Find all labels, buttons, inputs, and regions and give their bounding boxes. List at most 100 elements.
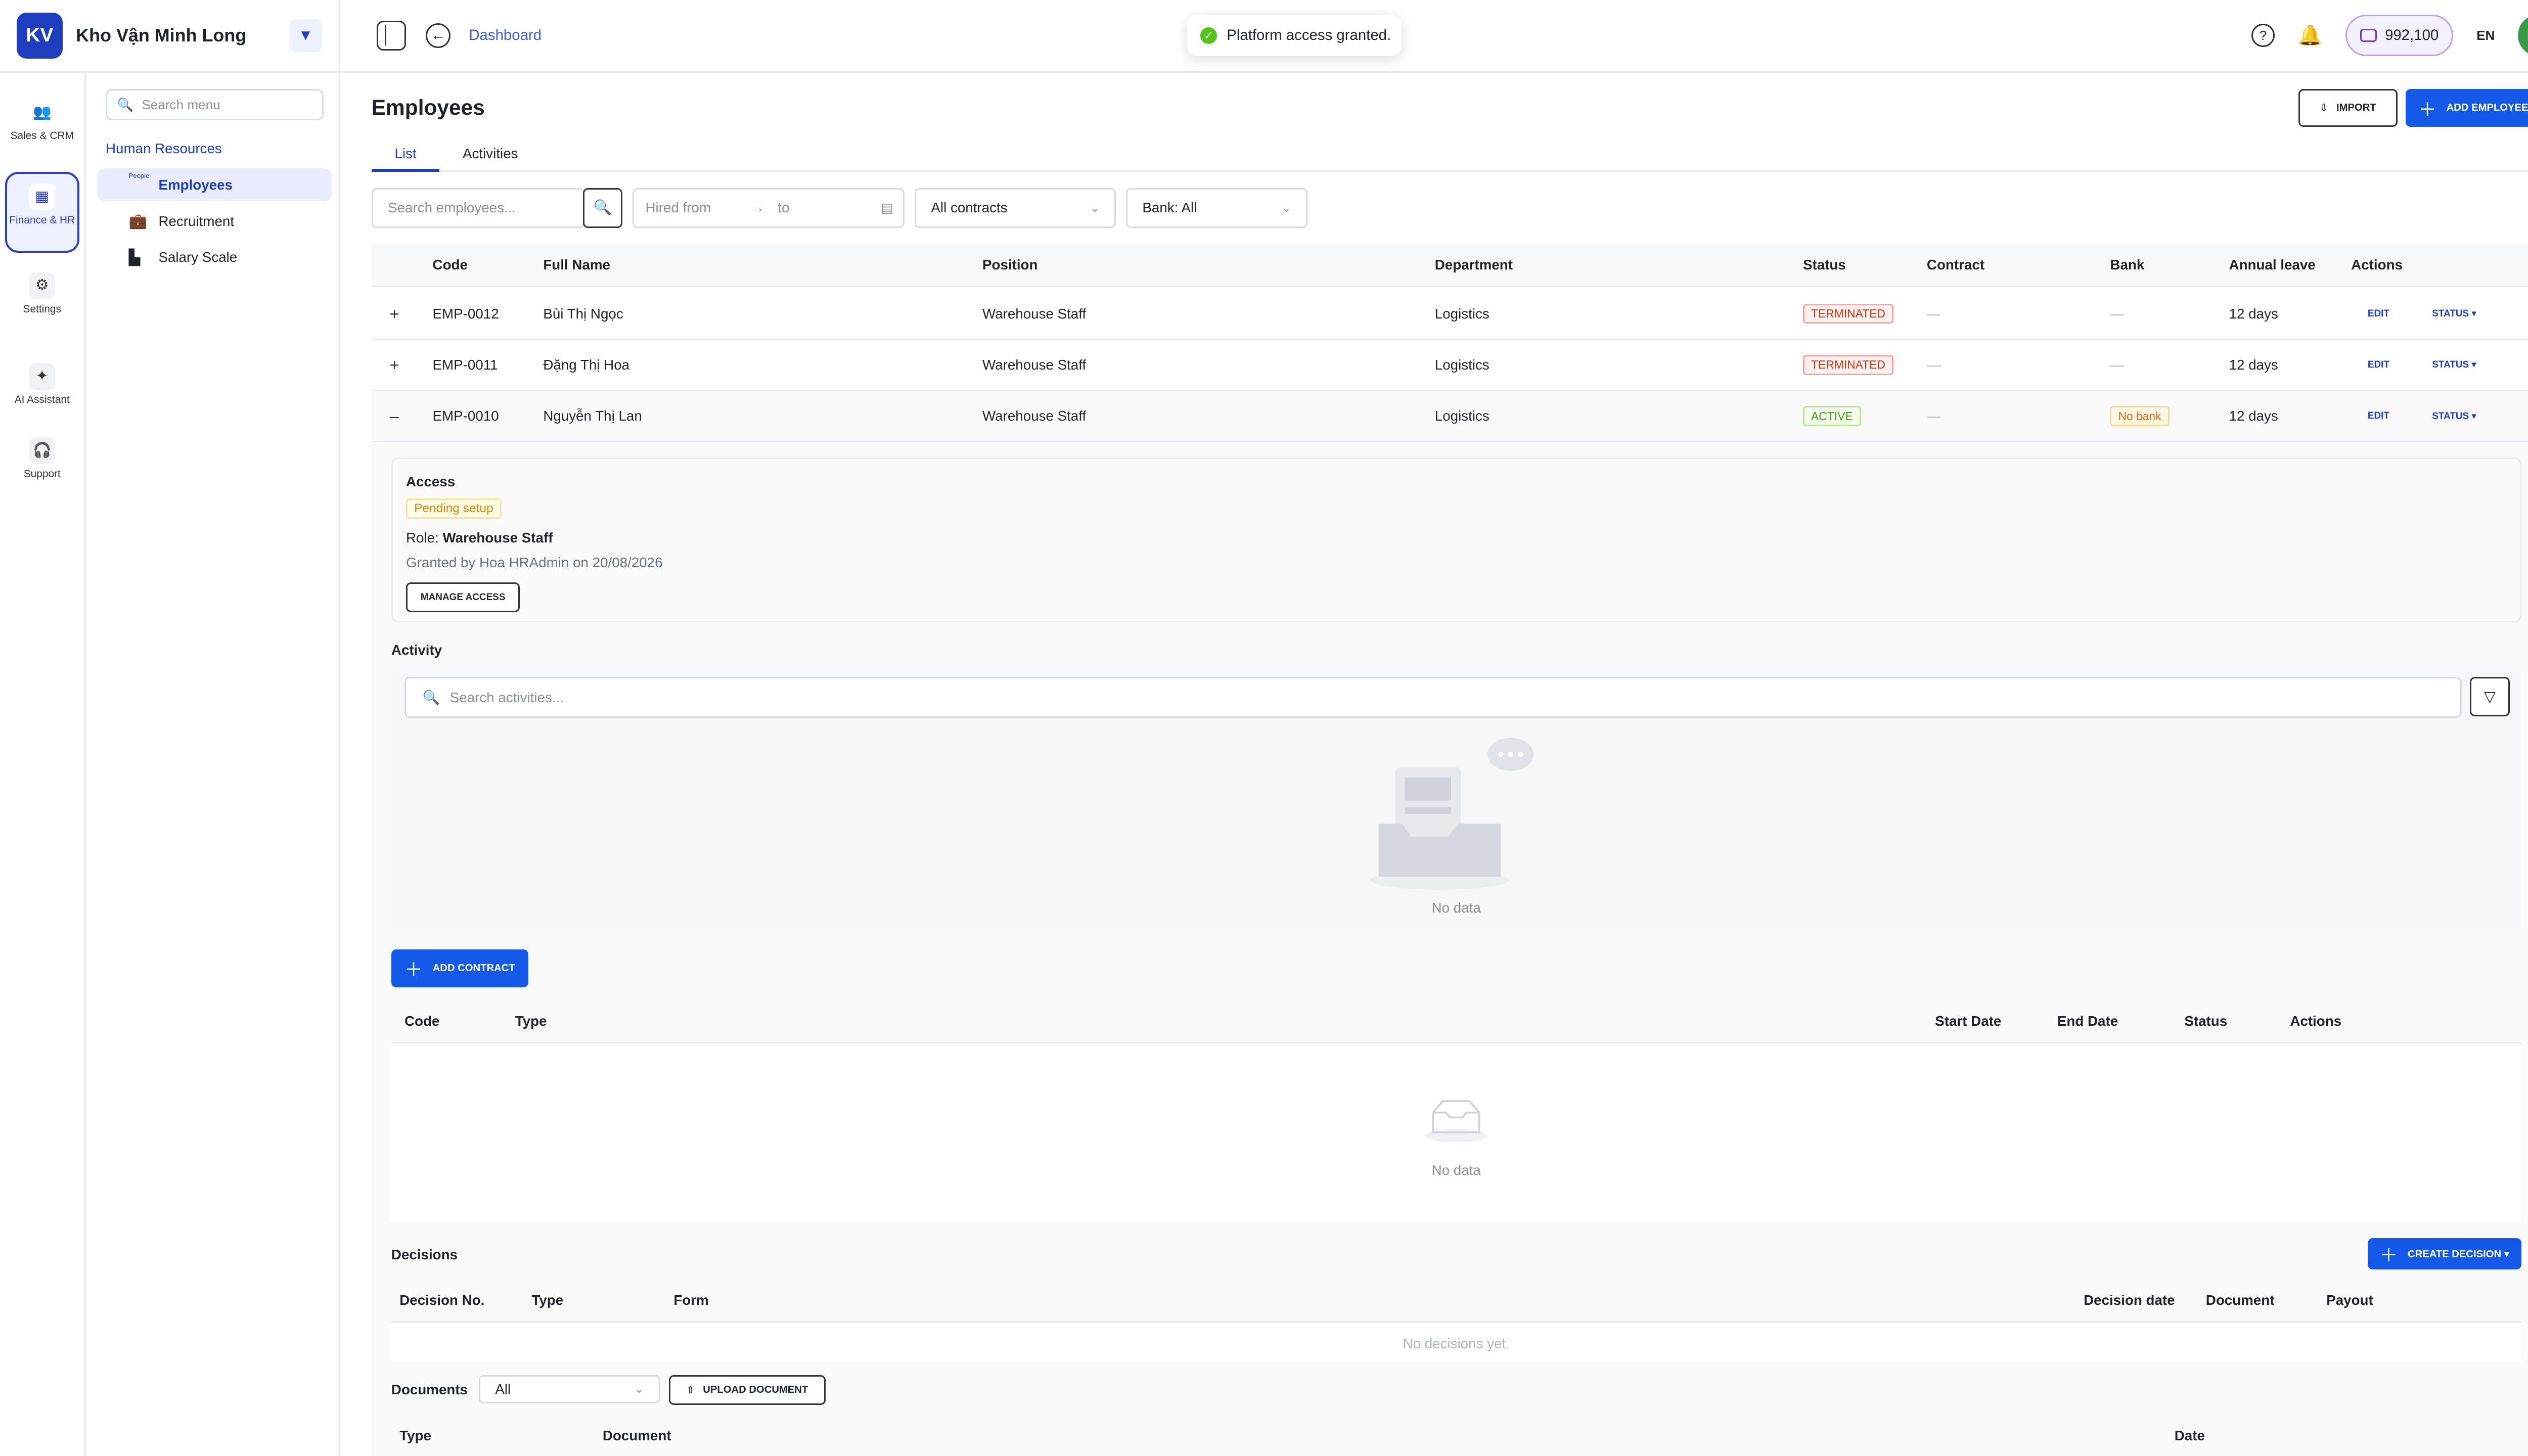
contracts-empty-text: No data [1431,1162,1481,1178]
edit-button[interactable]: EDIT [2368,289,2389,338]
column-header: Document [2205,1292,2275,1308]
employee-name: Nguyễn Thị Lan [543,408,642,424]
company-switch-button[interactable]: ▼ [289,19,323,52]
expand-row-button[interactable]: + [390,340,399,390]
tab-list[interactable]: List [371,142,440,172]
briefcase-icon: 💼 [128,212,148,230]
status-dropdown-button[interactable]: STATUS ▾ [2432,289,2476,338]
top-right-actions: ? 🔔 992,100 EN HH [2251,15,2528,56]
brand: KV Kho Vận Minh Long ▼ [0,0,340,72]
employee-detail-panel: Access Pending setup Role: Warehouse Sta… [371,444,2528,1456]
sidebar-item-recruitment[interactable]: 💼 Recruitment [98,205,332,238]
status-badge: ACTIVE [1803,406,1861,426]
column-header[interactable]: Department [1435,244,1513,286]
salary-scale-icon: ▙ [128,249,141,266]
rail-item-support[interactable]: 🎧 Support [5,437,79,480]
add-employee-button[interactable]: ＋ ADD EMPLOYEE [2405,89,2528,127]
app-root: KV Kho Vận Minh Long ▼ ← Dashboard ✓ Pla… [0,0,2528,1456]
table-row[interactable]: + EMP-0011 Đặng Thị Hoa Warehouse Staff … [371,340,2528,391]
rail-item-settings[interactable]: ⚙ Settings [5,272,79,315]
column-header[interactable]: Position [982,244,1037,286]
hired-date-range[interactable]: Hired from → to ▤ [632,188,905,228]
column-header[interactable]: Annual leave [2229,244,2316,286]
empty-inbox-icon [1425,1100,1488,1143]
decisions-empty-text: No decisions yet. [1403,1335,1510,1351]
sidebar-item-label: Salary Scale [158,249,238,265]
wallet-icon [2360,29,2377,42]
toggle-sidebar-button[interactable] [376,20,407,51]
rail-label: Sales & CRM [10,129,74,142]
employee-position: Warehouse Staff [982,408,1087,424]
column-header[interactable]: Code [433,244,468,286]
rail-label: Finance & HR [9,214,75,226]
rail-label: Support [23,468,61,480]
sidebar-item-salary-scale[interactable]: ▙ Salary Scale [98,241,332,274]
expand-row-button[interactable]: + [390,289,399,338]
sidebar-item-label: Recruitment [158,213,235,229]
activity-search-input[interactable]: 🔍 Search activities... [404,676,2462,718]
credit-balance[interactable]: 992,100 [2345,15,2454,56]
add-contract-button[interactable]: ＋ ADD CONTRACT [391,949,528,987]
upload-document-button[interactable]: ⇧ UPLOAD DOCUMENT [668,1375,826,1405]
rail-item-ai-assistant[interactable]: ✦ AI Assistant [5,363,79,406]
annual-leave-value: 12 days [2229,356,2278,373]
column-header: Start Date [1935,1013,2002,1029]
status-dropdown-button[interactable]: STATUS ▾ [2432,391,2476,441]
document-type-select[interactable]: All ⌄ [478,1375,661,1403]
column-header[interactable]: Contract [1927,244,1984,286]
hired-from-placeholder: Hired from [645,200,711,216]
column-header: Document [602,1427,671,1443]
activity-search-placeholder: Search activities... [449,689,564,705]
upload-document-label: UPLOAD DOCUMENT [703,1384,808,1396]
tab-bar: List Activities [371,142,2528,172]
calendar-icon: ▤ [881,200,893,215]
activity-filter-button[interactable]: ▽ [2470,676,2510,717]
rail-item-finance-hr[interactable]: ▦ Finance & HR [5,171,79,253]
employee-table-header: Code Full Name Position Department Statu… [371,244,2528,288]
create-decision-label: CREATE DECISION ▾ [2407,1248,2509,1260]
column-header[interactable]: Bank [2110,244,2144,286]
import-button[interactable]: ⇩ IMPORT [2298,89,2398,127]
language-switch[interactable]: EN [2476,28,2495,43]
rail-item-sales-crm[interactable]: 👥 Sales & CRM [5,99,79,142]
column-header[interactable]: Status [1803,244,1846,286]
table-row[interactable]: + EMP-0012 Bùi Thị Ngọc Warehouse Staff … [371,289,2528,340]
role-label: Role: [406,529,443,545]
manage-access-button[interactable]: MANAGE ACCESS [406,582,520,613]
table-row[interactable]: – EMP-0010 Nguyễn Thị Lan Warehouse Staf… [371,391,2528,443]
tab-activities[interactable]: Activities [439,142,541,172]
activity-title: Activity [391,642,442,658]
avatar[interactable]: HH [2518,15,2528,56]
plus-icon: ＋ [404,959,423,980]
breadcrumb[interactable]: Dashboard [469,27,541,44]
search-icon: 🔍 [422,690,440,706]
help-icon[interactable]: ? [2251,24,2275,48]
employee-position: Warehouse Staff [982,356,1087,373]
back-button[interactable]: ← [426,23,451,48]
contract-filter-value: All contracts [931,200,1008,216]
credit-amount: 992,100 [2385,27,2439,44]
create-decision-button[interactable]: ＋ CREATE DECISION ▾ [2367,1238,2521,1270]
activity-panel: 🔍 Search activities... ▽ No data [391,668,2521,928]
column-header: Decision date [2084,1292,2175,1308]
status-dropdown-button[interactable]: STATUS ▾ [2432,340,2476,390]
page-title: Employees [371,96,485,120]
search-icon: 🔍 [593,199,612,216]
sidebar-item-employees[interactable]: People Employees [97,168,332,202]
status-badge: TERMINATED [1803,303,1893,324]
menu-search-input[interactable]: 🔍 Search menu [105,89,324,121]
column-header[interactable]: Full Name [543,244,610,286]
bank-filter-select[interactable]: Bank: All ⌄ [1126,188,1308,228]
collapse-row-button[interactable]: – [390,391,399,441]
bell-icon[interactable]: 🔔 [2298,24,2323,47]
access-granted-info: Granted by Hoa HRAdmin on 20/08/2026 [406,554,663,570]
search-button[interactable]: 🔍 [582,188,623,228]
search-placeholder: Search employees... [388,200,516,216]
bank-value: — [2110,305,2125,322]
edit-button[interactable]: EDIT [2368,391,2389,441]
contract-filter-select[interactable]: All contracts ⌄ [915,188,1116,228]
employee-department: Logistics [1434,408,1489,424]
company-logo: KV [16,12,63,59]
employee-search-input[interactable]: Search employees... [371,188,584,228]
edit-button[interactable]: EDIT [2368,340,2389,390]
